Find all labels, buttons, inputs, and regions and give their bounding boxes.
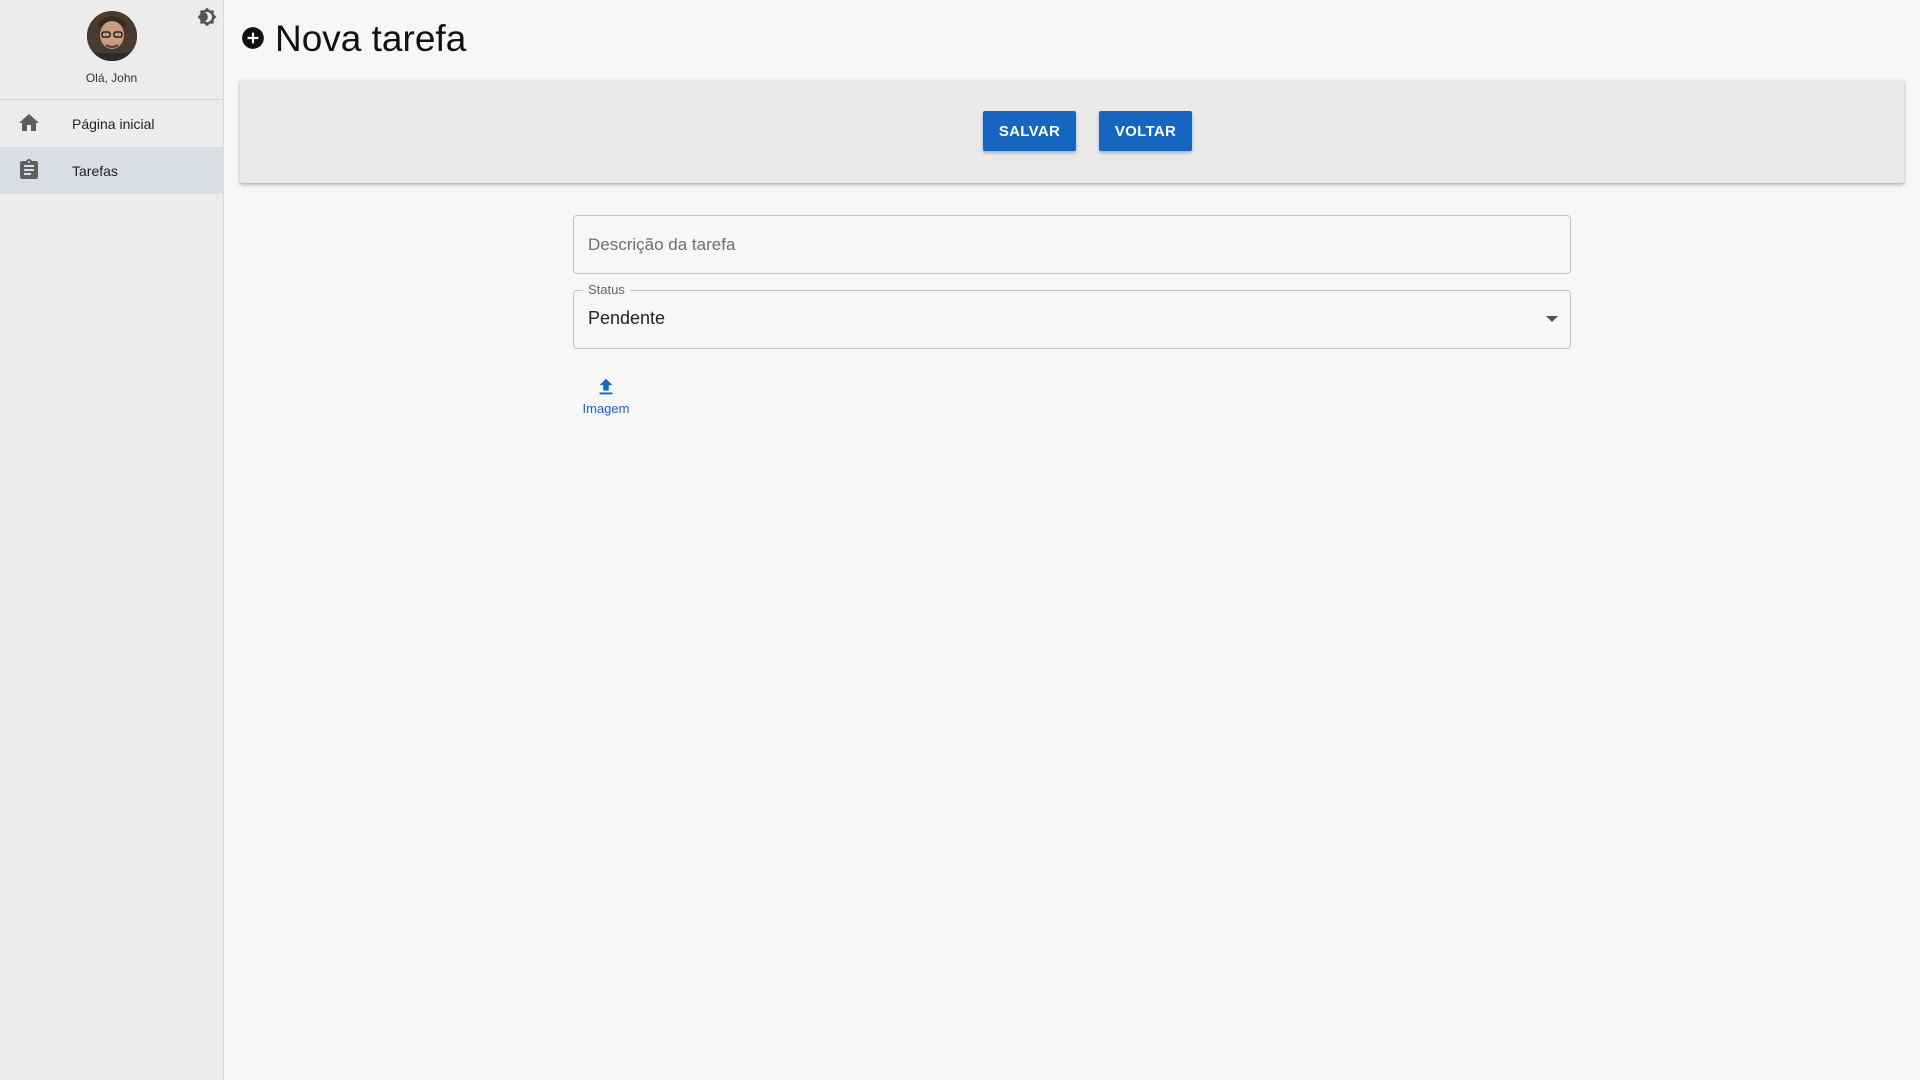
chevron-down-icon [1546, 316, 1558, 322]
upload-icon [599, 378, 613, 395]
add-circle-icon [242, 27, 264, 49]
sidebar: Olá, John Página inicial Tarefas [0, 0, 224, 1080]
page-header: Nova tarefa [240, 14, 466, 62]
description-field-wrapper [573, 215, 1571, 274]
action-toolbar: SALVAR VOLTAR [240, 80, 1904, 183]
save-button[interactable]: SALVAR [983, 111, 1076, 151]
main-content: Nova tarefa SALVAR VOLTAR Status Pendent… [225, 0, 1920, 1080]
profile-section: Olá, John [0, 0, 223, 100]
back-button[interactable]: VOLTAR [1099, 111, 1192, 151]
theme-toggle-icon[interactable] [197, 7, 217, 27]
home-icon [17, 111, 41, 135]
image-upload-button[interactable]: Imagem [573, 372, 639, 422]
status-label: Status [583, 282, 630, 297]
sidebar-item-label: Página inicial [72, 115, 155, 132]
user-greeting: Olá, John [85, 71, 138, 85]
sidebar-item-home[interactable]: Página inicial [0, 100, 223, 147]
description-input[interactable] [574, 216, 1570, 273]
status-value: Pendente [588, 308, 666, 328]
sidebar-item-label: Tarefas [72, 162, 118, 179]
status-select[interactable]: Status Pendente [573, 282, 1571, 349]
page-title: Nova tarefa [275, 17, 467, 59]
avatar[interactable] [87, 11, 137, 61]
upload-label: Imagem [582, 401, 630, 416]
app: Olá, John Página inicial Tarefas Nova ta… [0, 0, 1920, 1080]
clipboard-icon [17, 158, 41, 182]
sidebar-item-tasks[interactable]: Tarefas [0, 147, 223, 194]
